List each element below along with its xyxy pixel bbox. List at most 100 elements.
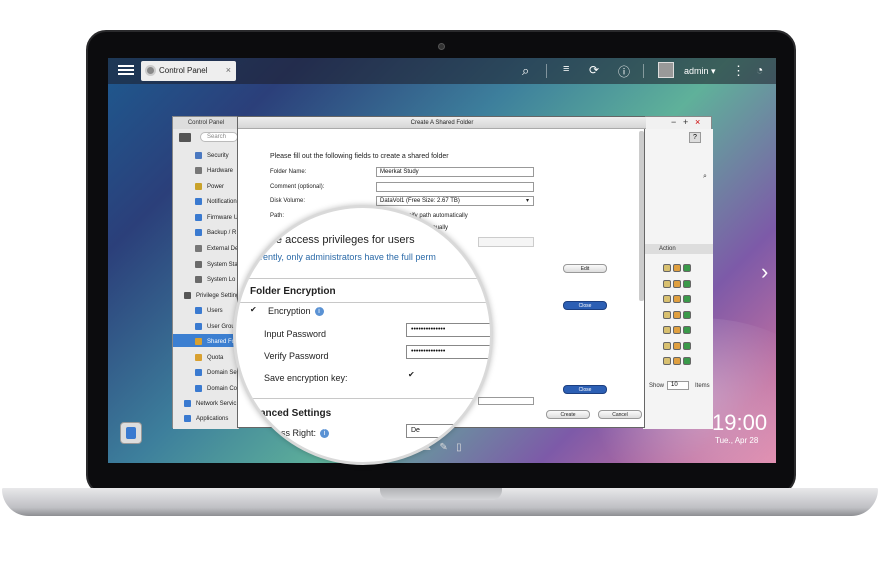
- sidebar-item[interactable]: Domain Se: [195, 369, 237, 376]
- verify-password-field[interactable]: ••••••••••••••: [406, 345, 490, 359]
- close-button[interactable]: Close: [563, 385, 607, 394]
- search-icon[interactable]: ⌕: [522, 63, 529, 79]
- divider: [236, 302, 490, 303]
- sidebar-item[interactable]: Applications: [184, 415, 228, 422]
- sidebar-item[interactable]: Hardware: [195, 167, 233, 174]
- sidebar-item-label: Network Servic: [196, 401, 237, 408]
- chevron-down-icon[interactable]: ▾: [526, 197, 529, 204]
- view-icon[interactable]: [179, 133, 191, 142]
- refresh-icon[interactable]: [683, 295, 691, 303]
- sidebar-item[interactable]: System Sta: [195, 261, 238, 268]
- permission-icon[interactable]: [673, 264, 681, 272]
- close-icon[interactable]: ×: [695, 117, 700, 127]
- intro-text: Please fill out the following fields to …: [270, 153, 449, 160]
- edit-icon[interactable]: [663, 279, 671, 288]
- permission-icon[interactable]: [673, 279, 681, 288]
- access-note: rently, only administrators have the ful…: [260, 252, 436, 262]
- sidebar-item[interactable]: Quota: [195, 354, 223, 361]
- save-key-label: Save encryption key:: [264, 373, 348, 383]
- edit-icon[interactable]: [663, 310, 671, 319]
- camera-icon: [438, 43, 445, 50]
- access-heading: gure access privileges for users: [260, 234, 415, 246]
- recycle-bin-icon[interactable]: [120, 422, 142, 444]
- maximize-icon[interactable]: +: [683, 117, 688, 127]
- sidebar-item-label: Security: [207, 153, 229, 160]
- show-select[interactable]: 10: [667, 381, 689, 390]
- create-button[interactable]: Create: [546, 410, 590, 419]
- minimize-icon[interactable]: −: [671, 117, 676, 127]
- sidebar-item[interactable]: Domain Co: [195, 385, 237, 392]
- menu-icon[interactable]: [118, 63, 134, 77]
- sidebar-item[interactable]: Shared Fo: [195, 338, 235, 345]
- user-menu[interactable]: admin ▾: [684, 66, 716, 77]
- path-select[interactable]: [478, 237, 534, 247]
- encryption-checkbox[interactable]: ✔: [250, 306, 258, 314]
- permission-icon[interactable]: [673, 310, 681, 319]
- dashboard-icon[interactable]: ◔: [756, 63, 763, 77]
- sidebar-item[interactable]: Firmware U: [195, 214, 238, 221]
- sidebar-item[interactable]: User Group: [195, 323, 238, 330]
- sidebar-item-label: Applications: [196, 416, 229, 423]
- tab-control-panel[interactable]: Control Panel ×: [141, 61, 236, 81]
- info-icon[interactable]: i: [314, 307, 324, 317]
- refresh-icon[interactable]: [683, 341, 691, 350]
- more-icon[interactable]: ⋮: [732, 63, 745, 79]
- sidebar-item[interactable]: Backup / R: [195, 229, 236, 236]
- divider: [546, 64, 547, 78]
- avatar[interactable]: [658, 62, 674, 78]
- comment-field[interactable]: [376, 182, 534, 192]
- edit-icon[interactable]: [663, 264, 671, 272]
- sidebar-item[interactable]: Security: [195, 152, 229, 159]
- input-password-field[interactable]: ••••••••••••••: [406, 323, 490, 337]
- permission-icon[interactable]: [673, 326, 681, 334]
- sidebar-item[interactable]: System Lo: [195, 276, 235, 283]
- info-icon[interactable]: ⓘ: [618, 63, 630, 80]
- edit-icon[interactable]: [663, 326, 671, 334]
- edit-icon[interactable]: [663, 357, 671, 365]
- next-arrow-icon[interactable]: ›: [761, 259, 768, 285]
- sidebar-item[interactable]: Power: [195, 183, 224, 190]
- help-icon[interactable]: ?: [689, 132, 701, 143]
- verify-password-label: Verify Password: [264, 351, 329, 361]
- disk-volume-select[interactable]: DataVol1 (Free Size: 2.67 TB): [376, 196, 534, 206]
- sidebar-item[interactable]: Notification: [195, 198, 237, 205]
- stack-icon[interactable]: ≡: [563, 63, 569, 75]
- refresh-icon[interactable]: [683, 264, 691, 272]
- edit-button[interactable]: Edit: [563, 264, 607, 273]
- access-right-select[interactable]: De: [406, 424, 490, 438]
- log-icon: [195, 276, 202, 283]
- permission-icon[interactable]: [673, 341, 681, 350]
- sidebar-item[interactable]: Users: [195, 307, 223, 314]
- sidebar-item[interactable]: Privilege Setting: [184, 292, 239, 299]
- gear-icon: [145, 65, 156, 76]
- search-input[interactable]: Search: [200, 132, 238, 142]
- permission-icon[interactable]: [673, 295, 681, 303]
- magnifier-lens: gure access privileges for users rently,…: [233, 205, 493, 465]
- sidebar-item[interactable]: Network Servic: [184, 400, 236, 407]
- close-tab-icon[interactable]: ×: [226, 65, 231, 75]
- refresh-icon[interactable]: [683, 357, 691, 365]
- edit-icon[interactable]: [663, 341, 671, 350]
- refresh-icon[interactable]: [683, 279, 691, 288]
- folder-name-field[interactable]: Meerkat Study: [376, 167, 534, 177]
- edit-icon[interactable]: [663, 295, 671, 303]
- book-icon[interactable]: ▯: [456, 442, 462, 453]
- save-key-checkbox[interactable]: ✔: [408, 371, 416, 379]
- sidebar-item-label: Backup / R: [207, 230, 237, 237]
- refresh-icon[interactable]: [683, 326, 691, 334]
- refresh-icon[interactable]: [683, 310, 691, 319]
- tools-icon[interactable]: ✎: [439, 442, 447, 453]
- search-icon[interactable]: ⌕: [703, 173, 707, 181]
- usb-icon: [195, 245, 202, 252]
- scrollbar[interactable]: [639, 131, 644, 301]
- action-row: [663, 259, 699, 272]
- permission-icon[interactable]: [673, 357, 681, 365]
- cancel-button[interactable]: Cancel: [598, 410, 642, 419]
- divider: [236, 278, 490, 279]
- sidebar-item[interactable]: External De: [195, 245, 238, 252]
- apps-icon: [184, 415, 191, 422]
- close-button[interactable]: Close: [563, 301, 607, 310]
- sync-icon[interactable]: ⟳: [589, 63, 599, 77]
- info-icon[interactable]: i: [320, 429, 330, 439]
- disk-volume-label: Disk Volume:: [270, 198, 306, 204]
